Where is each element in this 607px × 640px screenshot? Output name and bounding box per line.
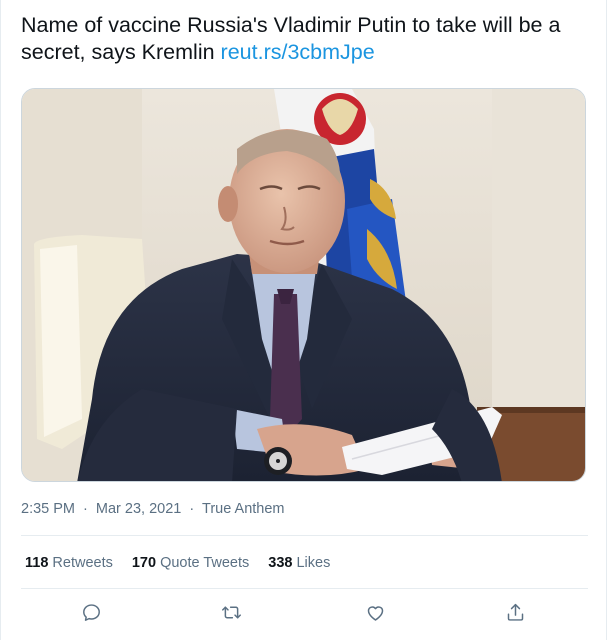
tweet-detail: Name of vaccine Russia's Vladimir Putin … <box>0 0 607 640</box>
quote-tweets-count: 170 <box>131 555 157 571</box>
tweet-text: Name of vaccine Russia's Vladimir Putin … <box>21 12 591 66</box>
retweets-label: Retweets <box>52 555 113 571</box>
tweet-source[interactable]: True Anthem <box>202 501 284 517</box>
divider <box>21 535 588 536</box>
retweet-icon <box>221 606 241 618</box>
tweet-link[interactable]: reut.rs/3cbmJpe <box>221 40 375 64</box>
likes-stat[interactable]: 338 Likes <box>268 555 330 571</box>
tweet-metadata: 2:35 PM · Mar 23, 2021 · True Anthem <box>21 501 285 517</box>
separator: · <box>189 501 195 517</box>
reply-icon <box>82 603 100 621</box>
likes-label: Likes <box>296 555 331 571</box>
retweet-button[interactable] <box>217 598 245 626</box>
retweets-stat[interactable]: 118 Retweets <box>25 555 113 571</box>
separator: · <box>83 501 88 517</box>
photo-illustration <box>22 89 585 481</box>
reply-button[interactable] <box>77 598 105 626</box>
tweet-photo[interactable] <box>21 88 586 482</box>
engagement-stats: 118 Retweets 170 Quote Tweets 338 Likes <box>25 555 330 571</box>
like-icon <box>367 605 383 621</box>
likes-count: 338 <box>268 555 293 571</box>
quote-tweets-stat[interactable]: 170 Quote Tweets <box>132 555 249 571</box>
share-button[interactable] <box>501 598 529 626</box>
tweet-actions <box>21 598 588 626</box>
quote-tweets-label: Quote Tweets <box>160 555 250 571</box>
tweet-date[interactable]: Mar 23, 2021 <box>96 501 181 517</box>
tweet-time[interactable]: 2:35 PM <box>21 501 75 517</box>
retweets-count: 118 <box>25 555 49 571</box>
divider <box>21 588 588 589</box>
like-button[interactable] <box>361 598 389 626</box>
share-icon <box>507 603 523 621</box>
